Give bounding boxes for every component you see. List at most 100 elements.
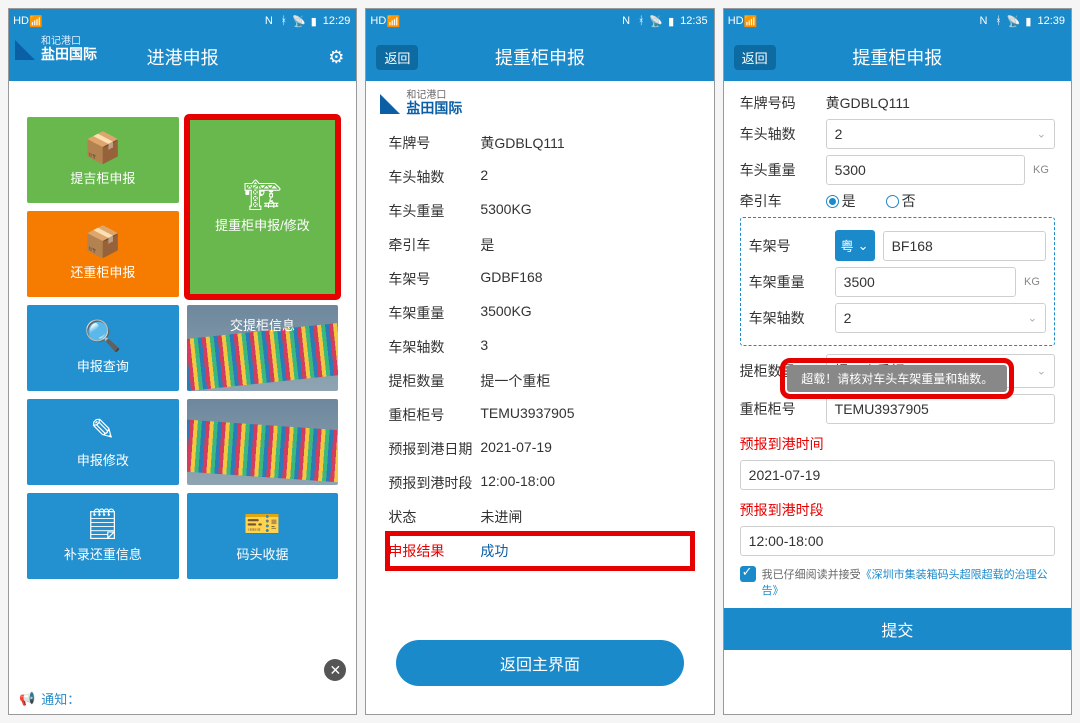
tile-modify[interactable]: ✎ 申报修改	[27, 399, 179, 485]
tile-matoushouju[interactable]: 🎫 码头收据	[187, 493, 339, 579]
tile-huanzhonggui[interactable]: 📦 还重柜申报	[27, 211, 179, 297]
value: 5300KG	[480, 201, 691, 221]
hd-icon: HD	[372, 15, 384, 27]
radio-no[interactable]: 否	[886, 191, 916, 211]
logo-strip: 和记港口 盐田国际	[366, 81, 713, 122]
titlebar: 和记港口 盐田国际 进港申报 ⚙	[9, 33, 356, 81]
chevron-down-icon: ⌄	[1037, 365, 1046, 378]
label: 车架重量	[749, 272, 827, 292]
home-button[interactable]: 返回主界面	[396, 640, 683, 686]
radio-label: 是	[842, 191, 856, 211]
tile-info[interactable]: 交提柜信息	[187, 305, 339, 391]
chassis-group: 车架号 粤⌄ BF168 车架重量 3500 KG 车架轴数 2⌄	[740, 217, 1055, 346]
value: 黄GDBLQ111	[826, 93, 1055, 113]
eta-date-header: 预报到港时间	[740, 434, 1055, 454]
status-bar: HD 📶 N ᚼ 📡 ▮ 12:29	[9, 9, 356, 33]
nfc-icon: N	[977, 15, 989, 27]
bluetooth-icon: ᚼ	[278, 15, 290, 27]
consent-checkbox[interactable]	[740, 566, 756, 582]
label: 牵引车	[740, 191, 818, 211]
tile-tijigui[interactable]: 📦 提吉柜申报	[27, 117, 179, 203]
unit: KG	[1024, 276, 1046, 288]
clock: 12:35	[680, 15, 708, 27]
label: 车架号	[388, 269, 480, 289]
axles-select[interactable]: 2⌄	[826, 119, 1055, 149]
hd-icon: HD	[15, 15, 27, 27]
logo-icon	[380, 94, 400, 114]
titlebar: 返回 提重柜申报	[724, 33, 1071, 81]
eta-date-input[interactable]: 2021-07-19	[740, 460, 1055, 490]
radio-yes[interactable]: 是	[826, 191, 856, 211]
label: 车牌号	[388, 133, 480, 153]
back-button[interactable]: 返回	[734, 45, 776, 70]
submit-button[interactable]: 提交	[724, 608, 1071, 650]
chassisax-select[interactable]: 2⌄	[835, 303, 1046, 333]
logo-text: 盐田国际	[406, 101, 462, 116]
close-icon[interactable]: ✕	[324, 659, 346, 681]
eta-slot-input[interactable]: 12:00-18:00	[740, 526, 1055, 556]
notify-bar: 📢 通知： ✕	[19, 689, 346, 708]
value: 2	[480, 167, 691, 187]
value: 3500	[844, 274, 875, 290]
wifi-icon: 📡	[1007, 15, 1019, 27]
box-return-icon: 📦	[84, 228, 121, 258]
overload-toast: 超载！请核对车头车架重量和轴数。	[787, 365, 1007, 392]
tile-label: 补录还重信息	[64, 544, 142, 563]
bluetooth-icon: ᚼ	[992, 15, 1004, 27]
chassis-input[interactable]: BF168	[883, 231, 1046, 261]
signal-icon: 📶	[30, 15, 42, 27]
search-icon: 🔍	[84, 322, 121, 352]
value: 粤	[841, 236, 854, 255]
chassiswt-input[interactable]: 3500	[835, 267, 1016, 297]
page-title: 提重柜申报	[495, 44, 585, 70]
tile-receipt-photo[interactable]	[187, 399, 339, 485]
value: 未进闸	[480, 507, 691, 527]
logo-icon	[15, 40, 35, 60]
label: 车架轴数	[749, 308, 827, 328]
label: 预报到港时段	[388, 473, 480, 493]
label: 车头重量	[388, 201, 480, 221]
page-title: 进港申报	[147, 44, 219, 70]
screen-form: HD📶 Nᚼ📡▮12:39 返回 提重柜申报 车牌号码黄GDBLQ111 车头轴…	[723, 8, 1072, 715]
value: TEMU3937905	[480, 405, 691, 425]
box-up-icon: 📦	[84, 134, 121, 164]
screen-home: HD 📶 N ᚼ 📡 ▮ 12:29 和记港口 盐田国际 进港申报 ⚙	[8, 8, 357, 715]
tile-label: 提吉柜申报	[70, 168, 135, 187]
radio-label: 否	[902, 191, 916, 211]
tile-bulu[interactable]: 🗒 补录还重信息	[27, 493, 179, 579]
page-title: 提重柜申报	[852, 44, 942, 70]
label: 重柜柜号	[740, 399, 818, 419]
tile-tizhonggui[interactable]: 🏗 提重柜申报/修改	[187, 117, 339, 297]
battery-icon: ▮	[308, 15, 320, 27]
label: 车头轴数	[388, 167, 480, 187]
label: 车头轴数	[740, 124, 818, 144]
signal-icon: 📶	[387, 15, 399, 27]
wifi-icon: 📡	[650, 15, 662, 27]
gear-icon[interactable]: ⚙	[328, 47, 344, 68]
label: 车架重量	[388, 303, 480, 323]
province-select[interactable]: 粤⌄	[835, 230, 875, 261]
eta-slot-header: 预报到港时段	[740, 500, 1055, 520]
value: TEMU3937905	[835, 401, 929, 417]
value: 黄GDBLQ111	[480, 133, 691, 153]
signal-icon: 📶	[745, 15, 757, 27]
notify-label: 通知：	[41, 689, 80, 708]
headwt-input[interactable]: 5300	[826, 155, 1025, 185]
label: 状态	[388, 507, 480, 527]
container-input[interactable]: TEMU3937905	[826, 394, 1055, 424]
chevron-down-icon: ⌄	[858, 238, 869, 254]
label: 车头重量	[740, 160, 818, 180]
note-icon: 🗒	[84, 510, 122, 540]
value: 3	[480, 337, 691, 357]
back-button[interactable]: 返回	[376, 45, 418, 70]
tile-label: 还重柜申报	[70, 262, 135, 281]
chevron-down-icon: ⌄	[1037, 128, 1046, 141]
detail-list: 车牌号黄GDBLQ111 车头轴数2 车头重量5300KG 牵引车是 车架号GD…	[366, 122, 713, 580]
value: 12:00-18:00	[749, 533, 824, 549]
value: BF168	[892, 238, 933, 254]
tile-label: 交提柜信息	[187, 315, 339, 334]
consent-text: 我已仔细阅读并接受	[762, 569, 861, 581]
label: 车架号	[749, 236, 827, 256]
tile-query[interactable]: 🔍 申报查询	[27, 305, 179, 391]
status-bar: HD📶 Nᚼ📡▮12:35	[366, 9, 713, 33]
